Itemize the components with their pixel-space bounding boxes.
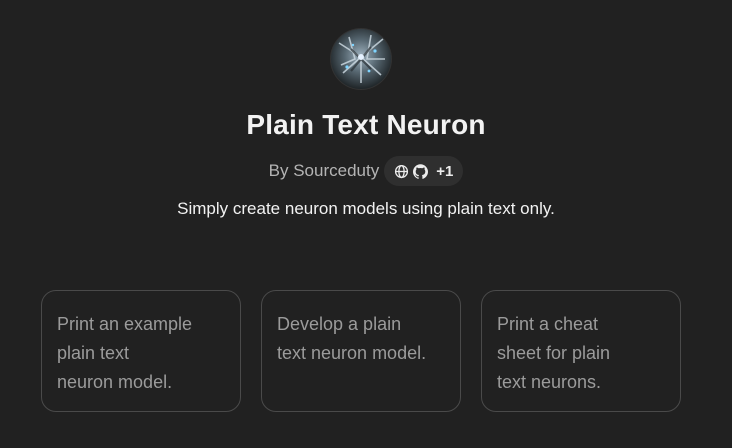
starter-text-line: text neurons.: [497, 372, 602, 392]
github-icon: [413, 163, 429, 179]
starter-text-line: Develop a plain: [277, 314, 402, 334]
conversation-starter-1[interactable]: Print an example plain text neuron model…: [41, 290, 241, 412]
starter-text-line: sheet for plain: [497, 343, 611, 363]
starter-text-line: Print an example: [57, 314, 193, 334]
author-links-chip[interactable]: +1: [384, 156, 464, 186]
author-label: By Sourceduty: [268, 161, 380, 180]
gpt-avatar: [331, 29, 391, 89]
neuron-avatar-icon: [331, 29, 391, 89]
starter-text-line: plain text: [57, 343, 130, 363]
conversation-starter-3[interactable]: Print a cheat sheet for plain text neuro…: [481, 290, 681, 412]
starter-text-line: neuron model.: [57, 372, 173, 392]
gpt-description: Simply create neuron models using plain …: [177, 199, 555, 218]
starter-text-line: text neuron model.: [277, 343, 427, 363]
starter-text-line: Print a cheat: [497, 314, 599, 334]
gpt-profile-page: Plain Text Neuron By Sourceduty +1 Simpl…: [0, 0, 732, 448]
more-links-count: +1: [436, 162, 454, 180]
gpt-byline: By Sourceduty +1: [0, 155, 732, 187]
gpt-title: Plain Text Neuron: [246, 109, 486, 140]
globe-icon: [394, 164, 409, 179]
conversation-starter-2[interactable]: Develop a plain text neuron model.: [261, 290, 461, 412]
